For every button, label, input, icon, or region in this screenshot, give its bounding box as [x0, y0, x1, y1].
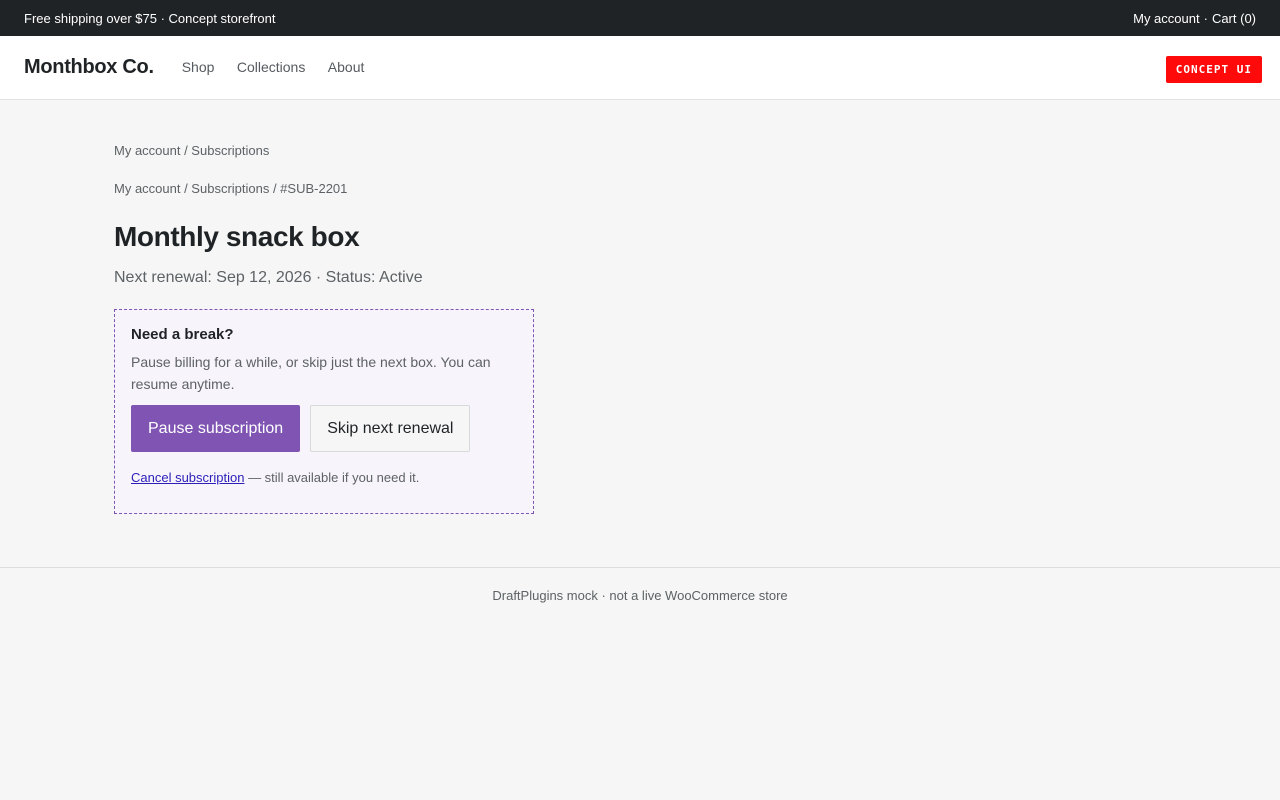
main-content: My account / Subscriptions My account / … — [0, 100, 1280, 567]
nav-about[interactable]: About — [328, 59, 365, 75]
brand-logo[interactable]: Monthbox Co. — [24, 56, 154, 79]
announcement-bar: Free shipping over $75 · Concept storefr… — [0, 0, 1280, 36]
concept-ui-badge: CONCEPT UI — [1165, 56, 1262, 83]
promo-text: Free shipping over $75 · Concept storefr… — [24, 10, 276, 26]
breadcrumb-detail: My account / Subscriptions / #SUB-2201 — [114, 181, 348, 196]
skip-renewal-button[interactable]: Skip next renewal — [310, 405, 471, 452]
cancel-subscription-link[interactable]: Cancel subscription — [131, 470, 244, 485]
cancel-note: — still available if you need it. — [244, 470, 420, 485]
card-heading: Need a break? — [131, 326, 234, 343]
nav-shop[interactable]: Shop — [182, 59, 215, 75]
card-description: Pause billing for a while, or skip just … — [131, 354, 491, 392]
pause-options-card: Need a break? Pause billing for a while,… — [114, 309, 534, 514]
cart-link[interactable]: Cart (0) — [1212, 11, 1256, 26]
subscription-meta: Next renewal: Sep 12, 2026 · Status: Act… — [114, 269, 423, 286]
breadcrumb: My account / Subscriptions — [114, 143, 270, 158]
my-account-link[interactable]: My account — [1133, 11, 1199, 26]
site-footer: DraftPlugins mock · not a live WooCommer… — [0, 567, 1280, 627]
site-header: Monthbox Co. Shop Collections About CONC… — [0, 36, 1280, 100]
nav-collections[interactable]: Collections — [237, 59, 305, 75]
main-nav: Shop Collections About — [182, 59, 383, 77]
pause-subscription-button[interactable]: Pause subscription — [131, 405, 301, 452]
page-title: Monthly snack box — [114, 221, 360, 252]
action-buttons: Pause subscription Skip next renewal — [131, 405, 517, 452]
account-links: My account · Cart (0) — [1133, 11, 1256, 26]
cancel-line: Cancel subscription — still available if… — [131, 470, 517, 485]
separator: · — [1203, 10, 1208, 26]
footer-text: DraftPlugins mock · not a live WooCommer… — [492, 588, 788, 603]
